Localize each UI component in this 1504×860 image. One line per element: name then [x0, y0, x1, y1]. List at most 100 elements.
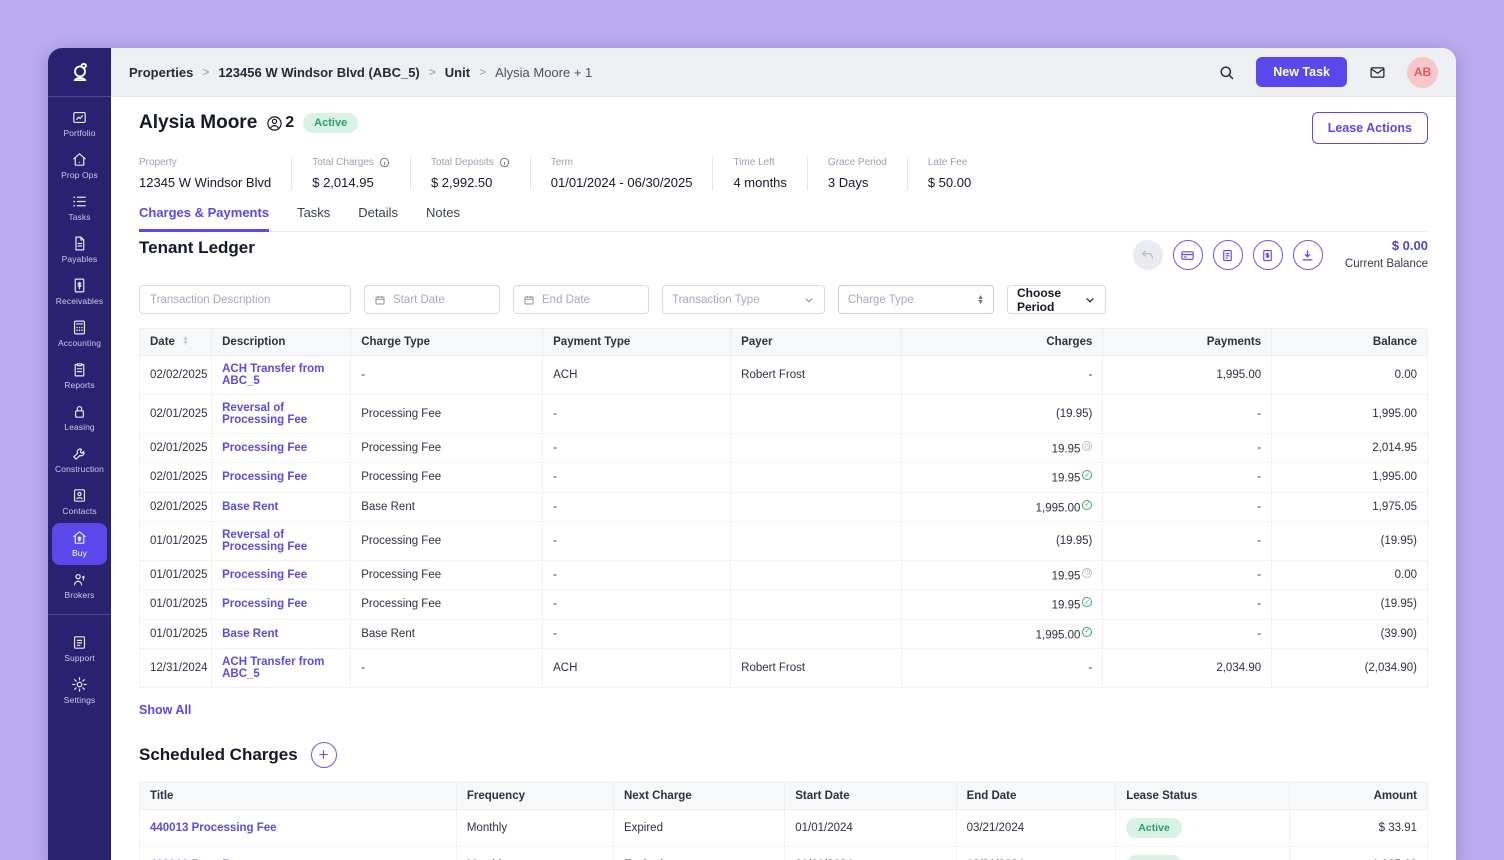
- description-link[interactable]: Processing Fee: [212, 434, 351, 463]
- current-balance: $ 0.00 Current Balance: [1345, 238, 1428, 270]
- ledger-charge-type-cell: Processing Fee: [351, 590, 543, 619]
- ledger-payer-cell: [731, 395, 902, 434]
- transaction-description-input[interactable]: [139, 285, 351, 314]
- stat-value: 01/01/2024 - 06/30/2025: [551, 175, 693, 190]
- clock-icon: ◷: [1082, 568, 1092, 578]
- tab-notes[interactable]: Notes: [426, 205, 460, 231]
- ledger-row: 01/01/2025Processing FeeProcessing Fee-1…: [140, 560, 1428, 589]
- sidebar-item-leasing[interactable]: Leasing: [52, 397, 107, 439]
- scheduled-title-link[interactable]: 410003 Base Rent: [140, 846, 457, 860]
- ledger-payer-cell: [731, 619, 902, 648]
- ledger-payment-type-cell: ACH: [543, 648, 731, 687]
- charge-type-select[interactable]: Charge Type ▲▼: [838, 285, 994, 314]
- choose-period-select[interactable]: Choose Period: [1007, 285, 1106, 314]
- occupants-indicator[interactable]: 2: [266, 114, 294, 132]
- tab-details[interactable]: Details: [358, 205, 398, 231]
- breadcrumb-item[interactable]: Unit: [445, 65, 470, 80]
- lease-actions-button[interactable]: Lease Actions: [1312, 112, 1428, 144]
- scheduled-col-frequency: Frequency: [456, 782, 613, 809]
- description-link[interactable]: ACH Transfer from ABC_5: [212, 648, 351, 687]
- description-link[interactable]: Processing Fee: [212, 560, 351, 589]
- sidebar-item-construction[interactable]: Construction: [52, 439, 107, 481]
- ledger-date-cell: 01/01/2025: [140, 619, 212, 648]
- occupant-count: 2: [285, 114, 294, 132]
- sort-icon[interactable]: ▲▼: [182, 337, 189, 346]
- sidebar-item-buy[interactable]: Buy: [52, 523, 107, 565]
- download-icon[interactable]: [1293, 240, 1323, 270]
- description-link[interactable]: Base Rent: [212, 492, 351, 521]
- ledger-date-cell: 12/31/2024: [140, 648, 212, 687]
- add-scheduled-charge-button[interactable]: [311, 742, 337, 768]
- brand-logo[interactable]: [48, 48, 111, 97]
- description-link[interactable]: Processing Fee: [212, 463, 351, 492]
- sidebar-item-label: Receivables: [56, 296, 103, 306]
- current-balance-amount: $ 0.00: [1345, 238, 1428, 253]
- sidebar-item-receivables[interactable]: Receivables: [52, 271, 107, 313]
- description-link[interactable]: Reversal of Processing Fee: [212, 395, 351, 434]
- scheduled-col-end-date: End Date: [956, 782, 1116, 809]
- receipt-icon[interactable]: [1213, 240, 1243, 270]
- scheduled-charges-header: Scheduled Charges: [139, 742, 1428, 768]
- avatar[interactable]: AB: [1407, 57, 1438, 88]
- sidebar-item-support[interactable]: Support: [52, 628, 107, 670]
- scheduled-charges-title: Scheduled Charges: [139, 745, 298, 765]
- ledger-payer-cell: [731, 463, 902, 492]
- scheduled-col-next-charge: Next Charge: [613, 782, 784, 809]
- ledger-charges-cell: 19.95◷: [902, 434, 1103, 463]
- new-task-button[interactable]: New Task: [1256, 57, 1347, 87]
- tab-charges-payments[interactable]: Charges & Payments: [139, 205, 269, 232]
- ledger-balance-cell: (19.95): [1272, 521, 1428, 560]
- sidebar-item-payables[interactable]: Payables: [52, 229, 107, 271]
- breadcrumb-item[interactable]: Alysia Moore + 1: [495, 65, 592, 80]
- invoice-icon[interactable]: [1253, 240, 1283, 270]
- info-icon[interactable]: [499, 157, 510, 168]
- stat-label: Time Left: [733, 157, 774, 168]
- sidebar-item-settings[interactable]: Settings: [52, 670, 107, 712]
- sidebar-item-brokers[interactable]: Brokers: [52, 565, 107, 607]
- ledger-payer-cell: [731, 434, 902, 463]
- transaction-type-select[interactable]: Transaction Type: [662, 285, 825, 314]
- card-payment-icon[interactable]: [1173, 240, 1203, 270]
- ledger-payer-cell: Robert Frost: [731, 356, 902, 395]
- ledger-payments-cell: -: [1103, 395, 1272, 434]
- ledger-payment-type-cell: -: [543, 560, 731, 589]
- main-area: Properties >123456 W Windsor Blvd (ABC_5)…: [111, 48, 1456, 860]
- breadcrumb-item[interactable]: 123456 W Windsor Blvd (ABC_5): [218, 65, 419, 80]
- sidebar-item-portfolio[interactable]: Portfolio: [52, 103, 107, 145]
- search-icon[interactable]: [1210, 56, 1242, 88]
- ledger-payment-type-cell: -: [543, 395, 731, 434]
- status-badge: Active: [303, 113, 358, 133]
- sidebar-item-tasks[interactable]: Tasks: [52, 187, 107, 229]
- ledger-header: Tenant Ledger: [139, 238, 1428, 270]
- breadcrumb-item[interactable]: Properties: [129, 65, 193, 80]
- sidebar-item-label: Support: [64, 653, 94, 663]
- show-all-link[interactable]: Show All: [139, 703, 191, 717]
- sidebar-item-prop-ops[interactable]: Prop Ops: [52, 145, 107, 187]
- ledger-charges-cell: 19.95✓: [902, 463, 1103, 492]
- description-link[interactable]: ACH Transfer from ABC_5: [212, 356, 351, 395]
- ledger-payer-cell: Robert Frost: [731, 648, 902, 687]
- sidebar-item-accounting[interactable]: Accounting: [52, 313, 107, 355]
- description-link[interactable]: Processing Fee: [212, 590, 351, 619]
- sidebar-item-label: Payables: [62, 254, 98, 264]
- ledger-date-cell: 01/01/2025: [140, 521, 212, 560]
- info-icon[interactable]: [379, 157, 390, 168]
- sidebar-item-label: Prop Ops: [61, 170, 98, 180]
- scheduled-title-link[interactable]: 440013 Processing Fee: [140, 809, 457, 846]
- breadcrumb-separator: >: [202, 65, 209, 79]
- calendar-icon: [523, 294, 535, 306]
- description-link[interactable]: Base Rent: [212, 619, 351, 648]
- description-link[interactable]: Reversal of Processing Fee: [212, 521, 351, 560]
- start-date-input[interactable]: Start Date: [364, 285, 500, 314]
- sidebar-item-label: Settings: [64, 695, 96, 705]
- sidebar-item-contacts[interactable]: Contacts: [52, 481, 107, 523]
- sidebar-divider: [48, 614, 111, 615]
- accounting-icon: [71, 319, 88, 336]
- ledger-row: 02/01/2025Processing FeeProcessing Fee-1…: [140, 434, 1428, 463]
- mail-icon[interactable]: [1361, 56, 1393, 88]
- end-date-input[interactable]: End Date: [513, 285, 649, 314]
- ledger-col-date[interactable]: Date▲▼: [140, 329, 212, 356]
- sidebar-item-reports[interactable]: Reports: [52, 355, 107, 397]
- ledger-row: 01/01/2025Processing FeeProcessing Fee-1…: [140, 590, 1428, 619]
- tab-tasks[interactable]: Tasks: [297, 205, 330, 231]
